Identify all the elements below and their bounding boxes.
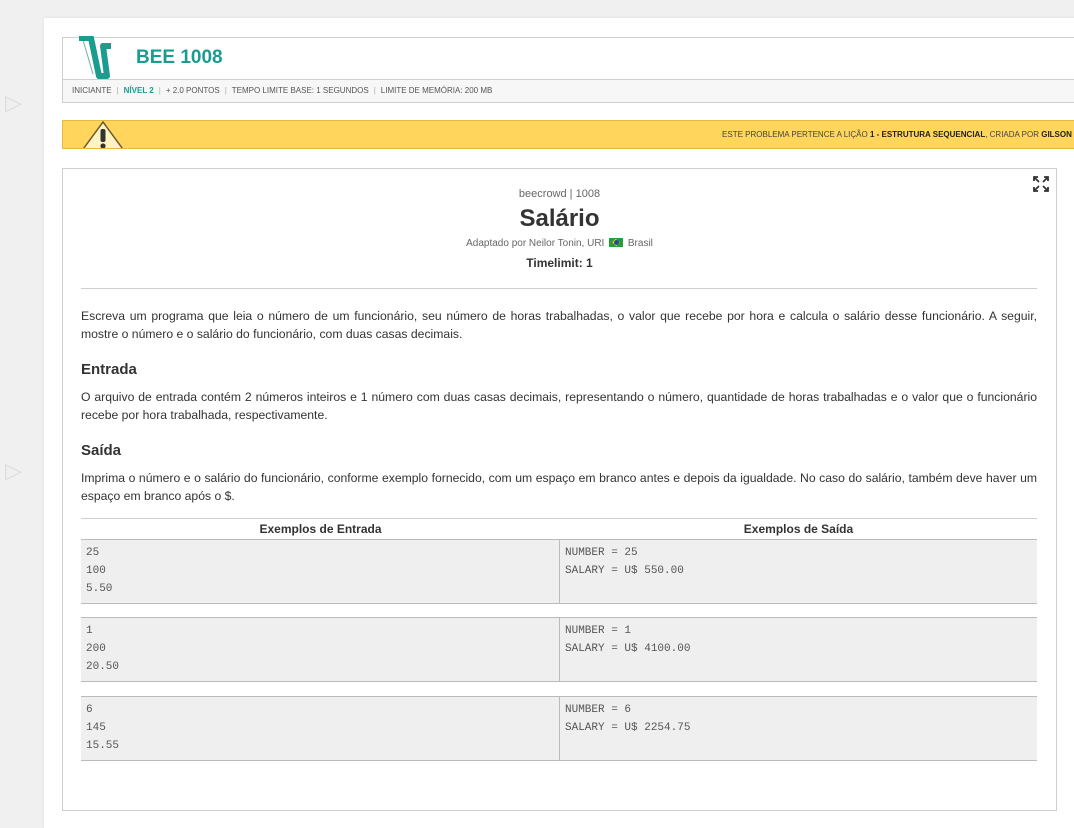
input-heading: Entrada	[81, 361, 137, 378]
example-output[interactable]: NUMBER = 25 SALARY = U$ 550.00	[560, 540, 1037, 603]
notice-prefix: ESTE PROBLEMA PERTENCE A LIÇÃO	[722, 130, 870, 139]
example-input[interactable]: 1 200 20.50	[81, 618, 560, 681]
problem-description: Escreva um programa que leia o número de…	[81, 309, 1037, 341]
problem-source: beecrowd | 1008	[518, 188, 601, 200]
problem-code: BEE 1008	[136, 47, 223, 68]
problem-title: Salário	[519, 205, 600, 232]
background-triangle-icon: ▷	[5, 458, 22, 483]
problem-meta-bar: INICIANTE | NÍVEL 2 | + 2.0 PONTOS | TEMPO LIM…	[63, 79, 1074, 102]
notice-text: ESTE PROBLEMA PERTENCE A LIÇÃO 1 - ESTRU…	[722, 121, 1074, 148]
notice-lesson-link[interactable]: 1 - ESTRUTURA SEQUENCIAL	[870, 130, 985, 139]
divider	[81, 288, 1037, 289]
example-input[interactable]: 25 100 5.50	[81, 540, 560, 603]
examples-output-header: Exemplos de Saída	[743, 522, 854, 536]
content-sheet: BEE 1008 INICIANTE | NÍVEL 2 | + 2.0 PONTOS |…	[44, 18, 1074, 828]
example-block: 1 200 20.50 NUMBER = 1 SALARY = U$ 4100.…	[81, 617, 1037, 682]
input-description: O arquivo de entrada contém 2 números in…	[81, 390, 1037, 422]
problem-header: BEE 1008 INICIANTE | NÍVEL 2 | + 2.0 PONTOS |…	[62, 36, 1074, 103]
output-description: Imprima o número e o salário do funcioná…	[81, 471, 1037, 503]
brazil-flag-icon	[609, 238, 624, 247]
meta-time-limit: TEMPO LIMITE BASE: 1 SEGUNDOS	[231, 86, 369, 95]
meta-memory-limit: LIMITE DE MEMÓRIA: 200 MB	[380, 86, 493, 95]
meta-level: NÍVEL 2	[123, 86, 154, 95]
problem-statement: beecrowd | 1008 Salário Adaptado por Nei…	[62, 168, 1057, 811]
beecrowd-logo	[79, 36, 111, 79]
warning-icon	[83, 121, 123, 148]
example-output[interactable]: NUMBER = 1 SALARY = U$ 4100.00	[560, 618, 1037, 681]
background-triangle-icon: ▷	[5, 90, 22, 115]
example-output[interactable]: NUMBER = 6 SALARY = U$ 2254.75	[560, 697, 1037, 760]
meta-category[interactable]: INICIANTE	[72, 86, 112, 95]
problem-author: Adaptado por Neilor Tonin, URI Brasil	[63, 238, 1056, 249]
notice-creator-link[interactable]: GILSON F	[1041, 130, 1074, 139]
author-country: Brasil	[627, 238, 653, 249]
example-block: 6 145 15.55 NUMBER = 6 SALARY = U$ 2254.…	[81, 696, 1037, 761]
example-input[interactable]: 6 145 15.55	[81, 697, 560, 760]
notice-middle: , CRIADA POR	[985, 130, 1042, 139]
meta-points: + 2.0 PONTOS	[165, 86, 220, 95]
author-prefix: Adaptado por Neilor Tonin, URI	[466, 238, 605, 249]
examples-input-header: Exemplos de Entrada	[259, 522, 382, 536]
problem-timelimit: Timelimit: 1	[526, 256, 593, 270]
lesson-notice: ESTE PROBLEMA PERTENCE A LIÇÃO 1 - ESTRU…	[62, 120, 1074, 149]
examples-divider	[81, 518, 1037, 519]
output-heading: Saída	[81, 442, 122, 459]
example-block: 25 100 5.50 NUMBER = 25 SALARY = U$ 550.…	[81, 539, 1037, 604]
